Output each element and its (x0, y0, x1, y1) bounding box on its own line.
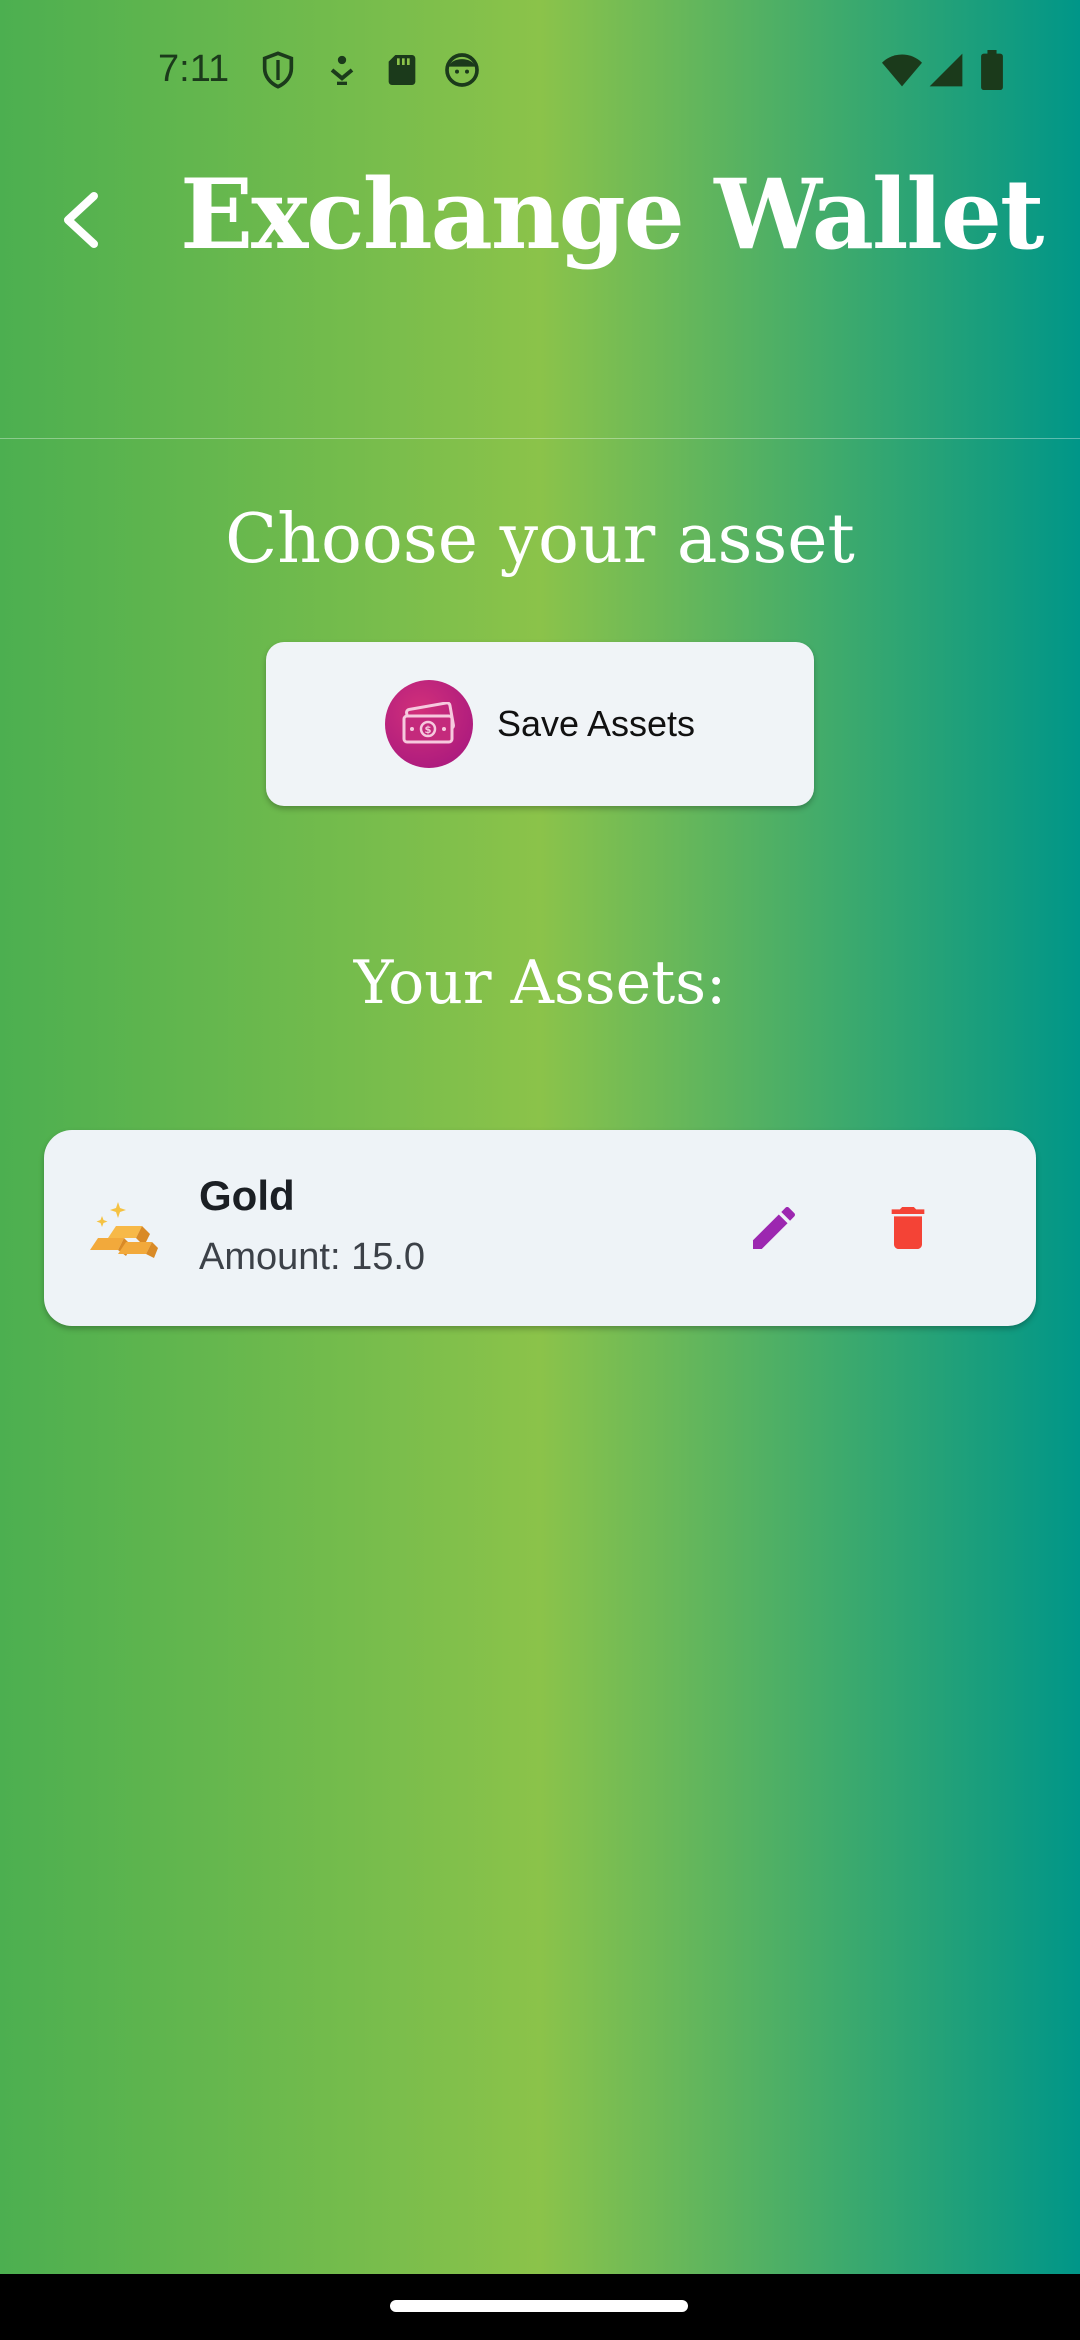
asset-amount: Amount: 15.0 (199, 1236, 426, 1278)
save-assets-label: Save Assets (496, 703, 696, 744)
app-bar: Exchange Wallet (0, 140, 1080, 439)
asset-name: Gold (199, 1172, 295, 1219)
download-icon (322, 50, 362, 90)
page-title: Exchange Wallet (180, 158, 1044, 271)
chevron-left-icon (64, 192, 98, 248)
status-time: 7:11 (158, 48, 230, 90)
pencil-icon (753, 1206, 796, 1249)
home-indicator[interactable] (390, 2300, 688, 2312)
back-button[interactable] (40, 180, 120, 260)
choose-asset-heading: Choose your asset (225, 500, 855, 579)
edit-asset-button[interactable] (740, 1194, 808, 1262)
delete-asset-button[interactable] (874, 1194, 942, 1262)
wifi-icon (880, 50, 924, 90)
status-bar: 7:11 (0, 0, 1080, 140)
sd-card-icon (382, 50, 422, 90)
battery-icon (980, 50, 1004, 90)
trash-icon (891, 1207, 925, 1249)
gold-bars-icon (84, 1190, 164, 1270)
system-nav-bar (0, 2274, 1080, 2340)
shield-icon (258, 50, 298, 90)
face-icon (442, 50, 482, 90)
svg-text:$: $ (424, 725, 431, 736)
money-icon: $ (384, 680, 473, 768)
save-assets-button[interactable]: $ Save Assets (266, 642, 814, 806)
signal-icon (926, 50, 970, 90)
asset-card[interactable]: Gold Amount: 15.0 (44, 1130, 1036, 1326)
your-assets-heading: Your Assets: (353, 948, 727, 1018)
